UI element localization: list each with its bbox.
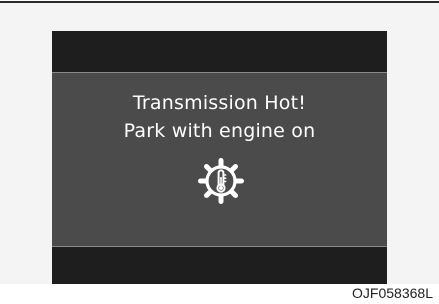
cluster-display: Transmission Hot! Park with engine on — [52, 31, 387, 284]
manual-figure: Transmission Hot! Park with engine on OJ… — [0, 0, 439, 304]
warning-instruction: Park with engine on — [123, 120, 316, 142]
warning-message-screen: Transmission Hot! Park with engine on — [52, 72, 387, 247]
figure-panel: Transmission Hot! Park with engine on — [0, 3, 439, 284]
warning-title: Transmission Hot! — [132, 92, 307, 114]
figure-reference-code: OJF058368L — [352, 285, 433, 301]
transmission-temperature-warning-icon — [198, 158, 244, 204]
